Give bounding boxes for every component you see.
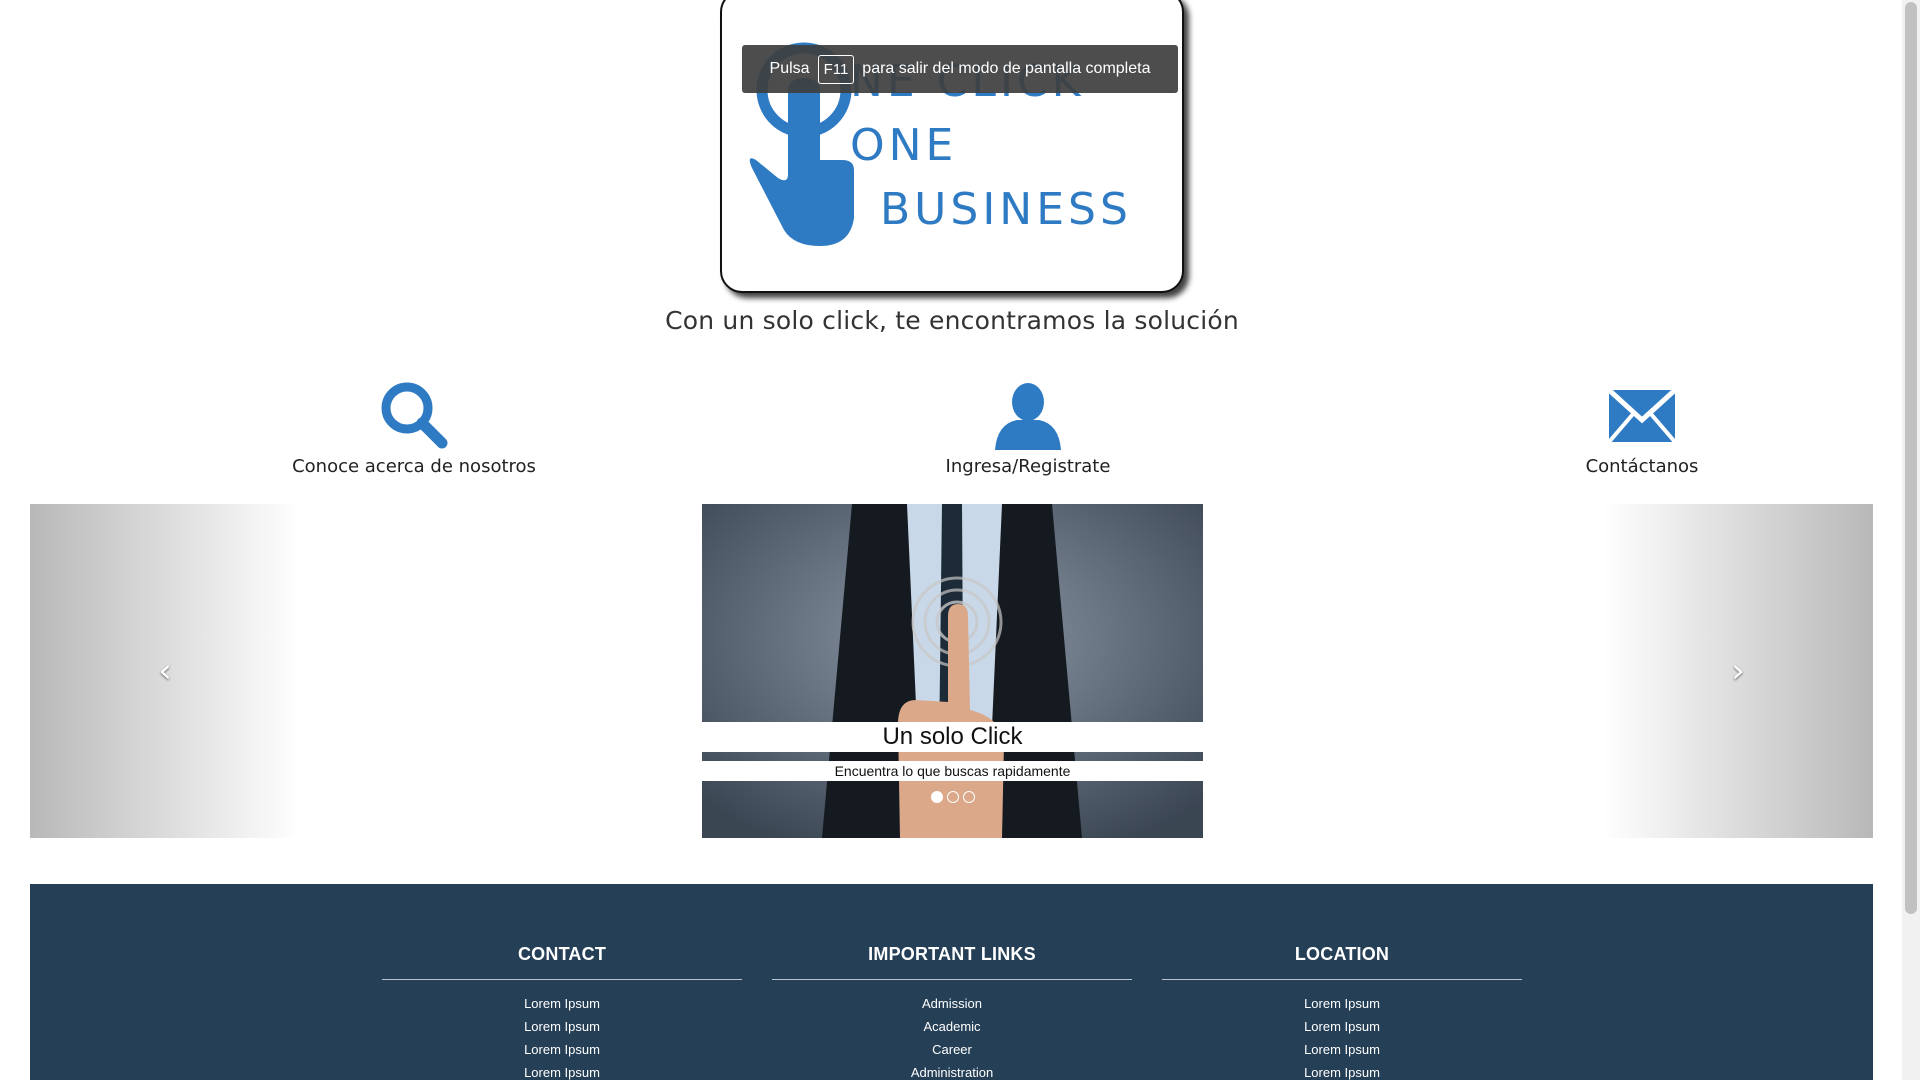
fullscreen-notice: Pulsa F11 para salir del modo de pantall… [742, 45, 1178, 93]
carousel-next-button[interactable]: › [1603, 504, 1873, 838]
logo-hand-icon: NE CLICK ONE BUSINESS [749, 42, 1132, 246]
carousel-indicator-2[interactable] [946, 791, 959, 803]
search-icon [381, 382, 448, 449]
about-us-link[interactable]: Conoce acerca de nosotros [214, 380, 614, 477]
scrollbar-thumb[interactable] [1905, 2, 1917, 914]
contact-link[interactable]: Contáctanos [1442, 380, 1842, 477]
footer-contact-link[interactable]: Lorem Ipsum [382, 1038, 742, 1061]
footer-link-administration[interactable]: Administration [772, 1061, 1132, 1080]
carousel: ‹ Un solo Click Encuentra lo que buscas … [30, 504, 1873, 838]
footer-contact-title: CONTACT [382, 944, 742, 980]
footer-link-academic[interactable]: Academic [772, 1015, 1132, 1038]
footer-link-admission[interactable]: Admission [772, 992, 1132, 1015]
fullscreen-key: F11 [817, 54, 855, 84]
footer-location-link[interactable]: Lorem Ipsum [1162, 1061, 1522, 1080]
footer-contact-link[interactable]: Lorem Ipsum [382, 992, 742, 1015]
footer-link-career[interactable]: Career [772, 1038, 1132, 1061]
chevron-right-icon: › [1731, 651, 1745, 691]
footer-location-link[interactable]: Lorem Ipsum [1162, 1038, 1522, 1061]
login-register-link[interactable]: Ingresa/Registrate [828, 380, 1228, 477]
carousel-indicator-1[interactable] [930, 791, 943, 803]
user-icon [995, 383, 1061, 450]
carousel-indicators [702, 791, 1203, 803]
login-register-label: Ingresa/Registrate [945, 456, 1111, 477]
footer-contact-column: CONTACT Lorem Ipsum Lorem Ipsum Lorem Ip… [382, 944, 742, 1080]
footer-location-title: LOCATION [1162, 944, 1522, 980]
contact-label: Contáctanos [1585, 456, 1699, 477]
svg-text:BUSINESS: BUSINESS [880, 184, 1132, 235]
chevron-left-icon: ‹ [158, 651, 172, 691]
footer-location-link[interactable]: Lorem Ipsum [1162, 992, 1522, 1015]
footer: CONTACT Lorem Ipsum Lorem Ipsum Lorem Ip… [30, 884, 1873, 1080]
footer-contact-link[interactable]: Lorem Ipsum [382, 1061, 742, 1080]
footer-location-link[interactable]: Lorem Ipsum [1162, 1015, 1522, 1038]
carousel-slide: Un solo Click Encuentra lo que buscas ra… [702, 504, 1203, 838]
carousel-indicator-3[interactable] [962, 791, 975, 803]
businessman-photo [702, 504, 1203, 838]
carousel-caption-title: Un solo Click [702, 722, 1203, 752]
tagline: Con un solo click, te encontramos la sol… [665, 306, 1239, 335]
page: NE CLICK ONE BUSINESS Pulsa F11 para sal… [0, 0, 1920, 1080]
footer-links-title: IMPORTANT LINKS [772, 944, 1132, 980]
logo-card[interactable]: NE CLICK ONE BUSINESS [720, 0, 1184, 293]
fullscreen-notice-after: para salir del modo de pantalla completa [862, 60, 1151, 77]
footer-contact-link[interactable]: Lorem Ipsum [382, 1015, 742, 1038]
footer-location-column: LOCATION Lorem Ipsum Lorem Ipsum Lorem I… [1162, 944, 1522, 1080]
about-us-label: Conoce acerca de nosotros [292, 456, 536, 477]
envelope-icon [1607, 388, 1677, 444]
carousel-caption-text: Encuentra lo que buscas rapidamente [702, 761, 1203, 781]
vertical-scrollbar[interactable] [1902, 0, 1920, 1080]
fullscreen-notice-before: Pulsa [769, 60, 810, 77]
footer-links-column: IMPORTANT LINKS Admission Academic Caree… [772, 944, 1132, 1080]
svg-text:ONE: ONE [850, 120, 957, 171]
carousel-prev-button[interactable]: ‹ [30, 504, 300, 838]
